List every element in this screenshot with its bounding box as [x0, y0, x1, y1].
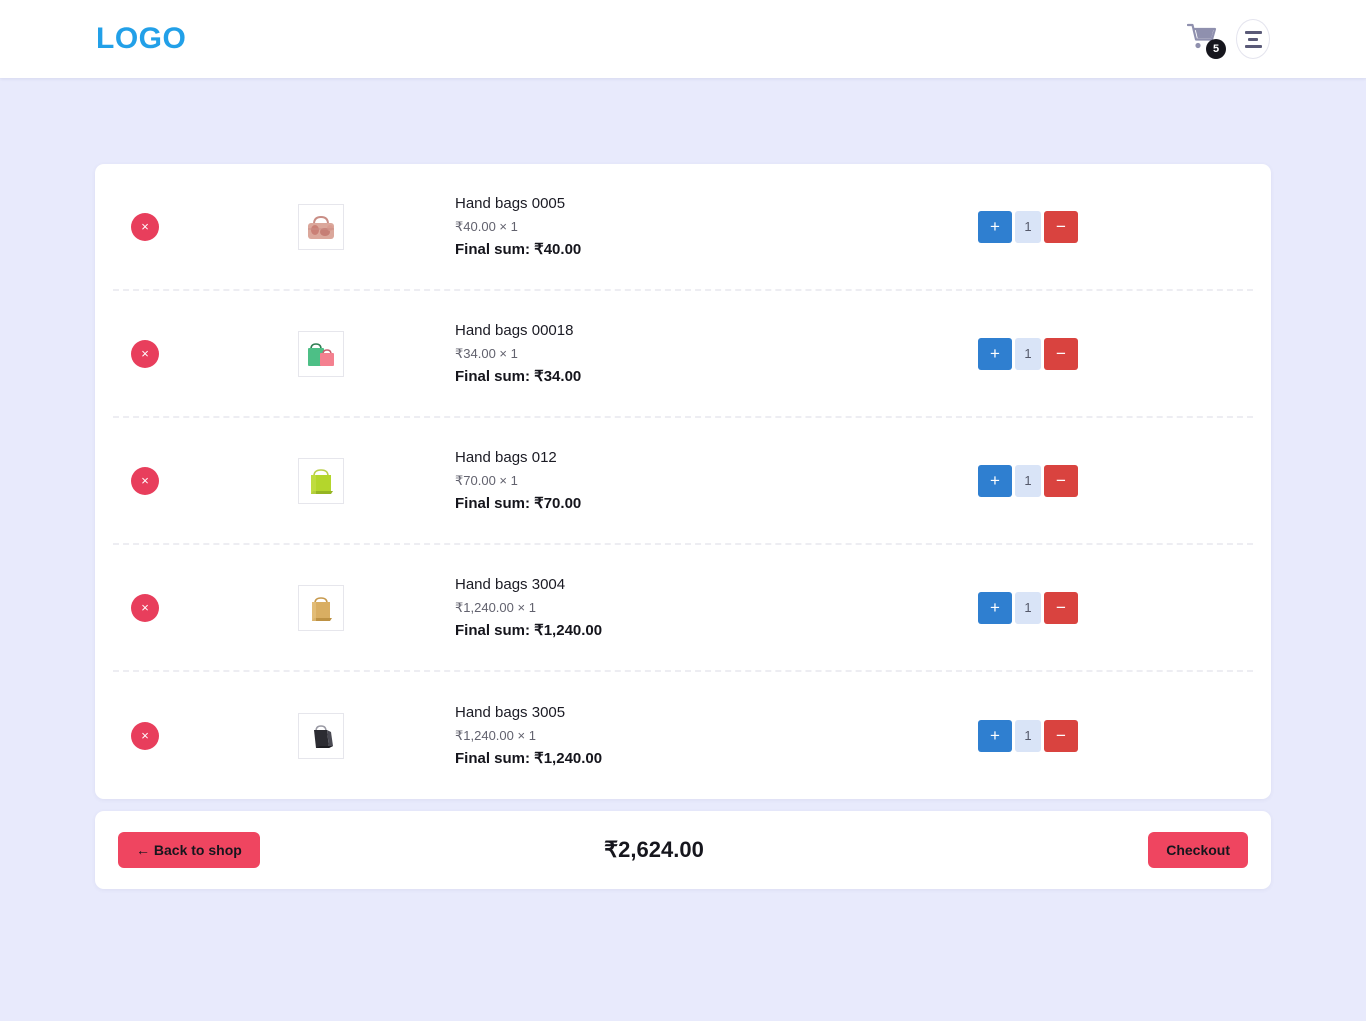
thumbnail-cell	[255, 330, 433, 377]
item-name: Hand bags 012	[455, 449, 557, 466]
item-info-cell: Hand bags 012 ₹70.00 × 1 Final sum: ₹70.…	[433, 450, 923, 511]
item-name: Hand bags 00018	[455, 322, 574, 339]
item-final-sum: Final sum: ₹1,240.00	[455, 622, 603, 639]
menu-bar-bottom	[1244, 44, 1262, 48]
remove-cell: ×	[113, 721, 255, 750]
product-thumbnail-shopping-bag-black	[298, 712, 344, 759]
increase-quantity-button[interactable]: +	[978, 210, 1012, 243]
item-name: Hand bags 0005	[455, 195, 566, 212]
remove-cell: ×	[113, 593, 255, 622]
brand-logo[interactable]: LOGO	[96, 24, 186, 54]
decrease-quantity-button[interactable]: −	[1044, 464, 1078, 497]
remove-cell: ×	[113, 339, 255, 368]
product-thumbnail-shopping-bags-green-pink	[298, 330, 344, 377]
decrease-quantity-button[interactable]: −	[1044, 591, 1078, 624]
hamburger-menu-icon[interactable]	[1236, 19, 1270, 59]
remove-cell: ×	[113, 466, 255, 495]
cart-total: ₹2,624.00	[604, 837, 704, 862]
item-info-cell: Hand bags 3005 ₹1,240.00 × 1 Final sum: …	[433, 705, 923, 766]
cart-footer-bar: ← Back to shop ₹2,624.00 Checkout	[95, 811, 1271, 889]
cart-count-badge: 5	[1206, 39, 1226, 59]
remove-item-button[interactable]: ×	[131, 466, 159, 495]
quantity-input[interactable]	[1015, 719, 1041, 752]
increase-quantity-button[interactable]: +	[978, 591, 1012, 624]
thumbnail-cell	[255, 457, 433, 504]
quantity-input[interactable]	[1015, 464, 1041, 497]
item-unit-price: ₹34.00 × 1	[455, 346, 518, 361]
quantity-cell: + −	[923, 337, 1253, 370]
table-row: × Hand bags 3004 ₹1,240.00 × 1 Final sum…	[113, 545, 1253, 672]
item-unit-price: ₹1,240.00 × 1	[455, 600, 536, 615]
product-thumbnail-shopping-bag-tan	[298, 584, 344, 631]
item-name: Hand bags 3004	[455, 576, 566, 593]
quantity-stepper: + −	[978, 210, 1078, 243]
cart-widget[interactable]: 5	[1182, 21, 1226, 59]
item-final-sum: Final sum: ₹40.00	[455, 241, 582, 258]
decrease-quantity-button[interactable]: −	[1044, 719, 1078, 752]
product-thumbnail-shopping-bag-lime	[298, 457, 344, 504]
increase-quantity-button[interactable]: +	[978, 719, 1012, 752]
thumbnail-cell	[255, 712, 433, 759]
item-unit-price: ₹40.00 × 1	[455, 219, 518, 234]
item-info-cell: Hand bags 00018 ₹34.00 × 1 Final sum: ₹3…	[433, 323, 923, 384]
thumbnail-cell	[255, 203, 433, 250]
decrease-quantity-button[interactable]: −	[1044, 337, 1078, 370]
checkout-button[interactable]: Checkout	[1148, 832, 1248, 868]
product-thumbnail-handbag-floral-pink	[298, 203, 344, 250]
quantity-input[interactable]	[1015, 591, 1041, 624]
remove-cell: ×	[113, 212, 255, 241]
decrease-quantity-button[interactable]: −	[1044, 210, 1078, 243]
item-name: Hand bags 3005	[455, 704, 566, 721]
quantity-cell: + −	[923, 591, 1253, 624]
remove-item-button[interactable]: ×	[131, 593, 159, 622]
remove-item-button[interactable]: ×	[131, 339, 159, 368]
increase-quantity-button[interactable]: +	[978, 464, 1012, 497]
quantity-stepper: + −	[978, 464, 1078, 497]
menu-bar-middle	[1248, 37, 1258, 41]
quantity-cell: + −	[923, 210, 1253, 243]
item-info-cell: Hand bags 0005 ₹40.00 × 1 Final sum: ₹40…	[433, 196, 923, 257]
thumbnail-cell	[255, 584, 433, 631]
back-to-shop-button[interactable]: ← Back to shop	[118, 832, 260, 868]
table-row: × Hand bags 3005 ₹1,240.00 × 1 Final sum…	[113, 672, 1253, 799]
item-unit-price: ₹70.00 × 1	[455, 473, 518, 488]
quantity-cell: + −	[923, 719, 1253, 752]
quantity-input[interactable]	[1015, 210, 1041, 243]
item-info-cell: Hand bags 3004 ₹1,240.00 × 1 Final sum: …	[433, 577, 923, 638]
table-row: × Hand bags 00018 ₹34.00 × 1 Final sum: …	[113, 291, 1253, 418]
remove-item-button[interactable]: ×	[131, 212, 159, 241]
quantity-stepper: + −	[978, 337, 1078, 370]
header-actions: 5	[1182, 19, 1270, 59]
table-row: × Hand bags 012 ₹70.00 × 1 Final sum: ₹7…	[113, 418, 1253, 545]
menu-bar-top	[1244, 30, 1262, 34]
quantity-stepper: + −	[978, 591, 1078, 624]
remove-item-button[interactable]: ×	[131, 721, 159, 750]
quantity-input[interactable]	[1015, 337, 1041, 370]
table-row: × Hand bags 0005 ₹40.00 × 1 Final sum: ₹…	[113, 164, 1253, 291]
cart-page: × Hand bags 0005 ₹40.00 × 1 Final sum: ₹…	[0, 78, 1366, 889]
item-final-sum: Final sum: ₹70.00	[455, 495, 582, 512]
quantity-stepper: + −	[978, 719, 1078, 752]
item-final-sum: Final sum: ₹1,240.00	[455, 750, 603, 767]
increase-quantity-button[interactable]: +	[978, 337, 1012, 370]
cart-items-card: × Hand bags 0005 ₹40.00 × 1 Final sum: ₹…	[95, 164, 1271, 799]
item-final-sum: Final sum: ₹34.00	[455, 368, 582, 385]
quantity-cell: + −	[923, 464, 1253, 497]
item-unit-price: ₹1,240.00 × 1	[455, 728, 536, 743]
site-header: LOGO 5	[0, 0, 1366, 78]
